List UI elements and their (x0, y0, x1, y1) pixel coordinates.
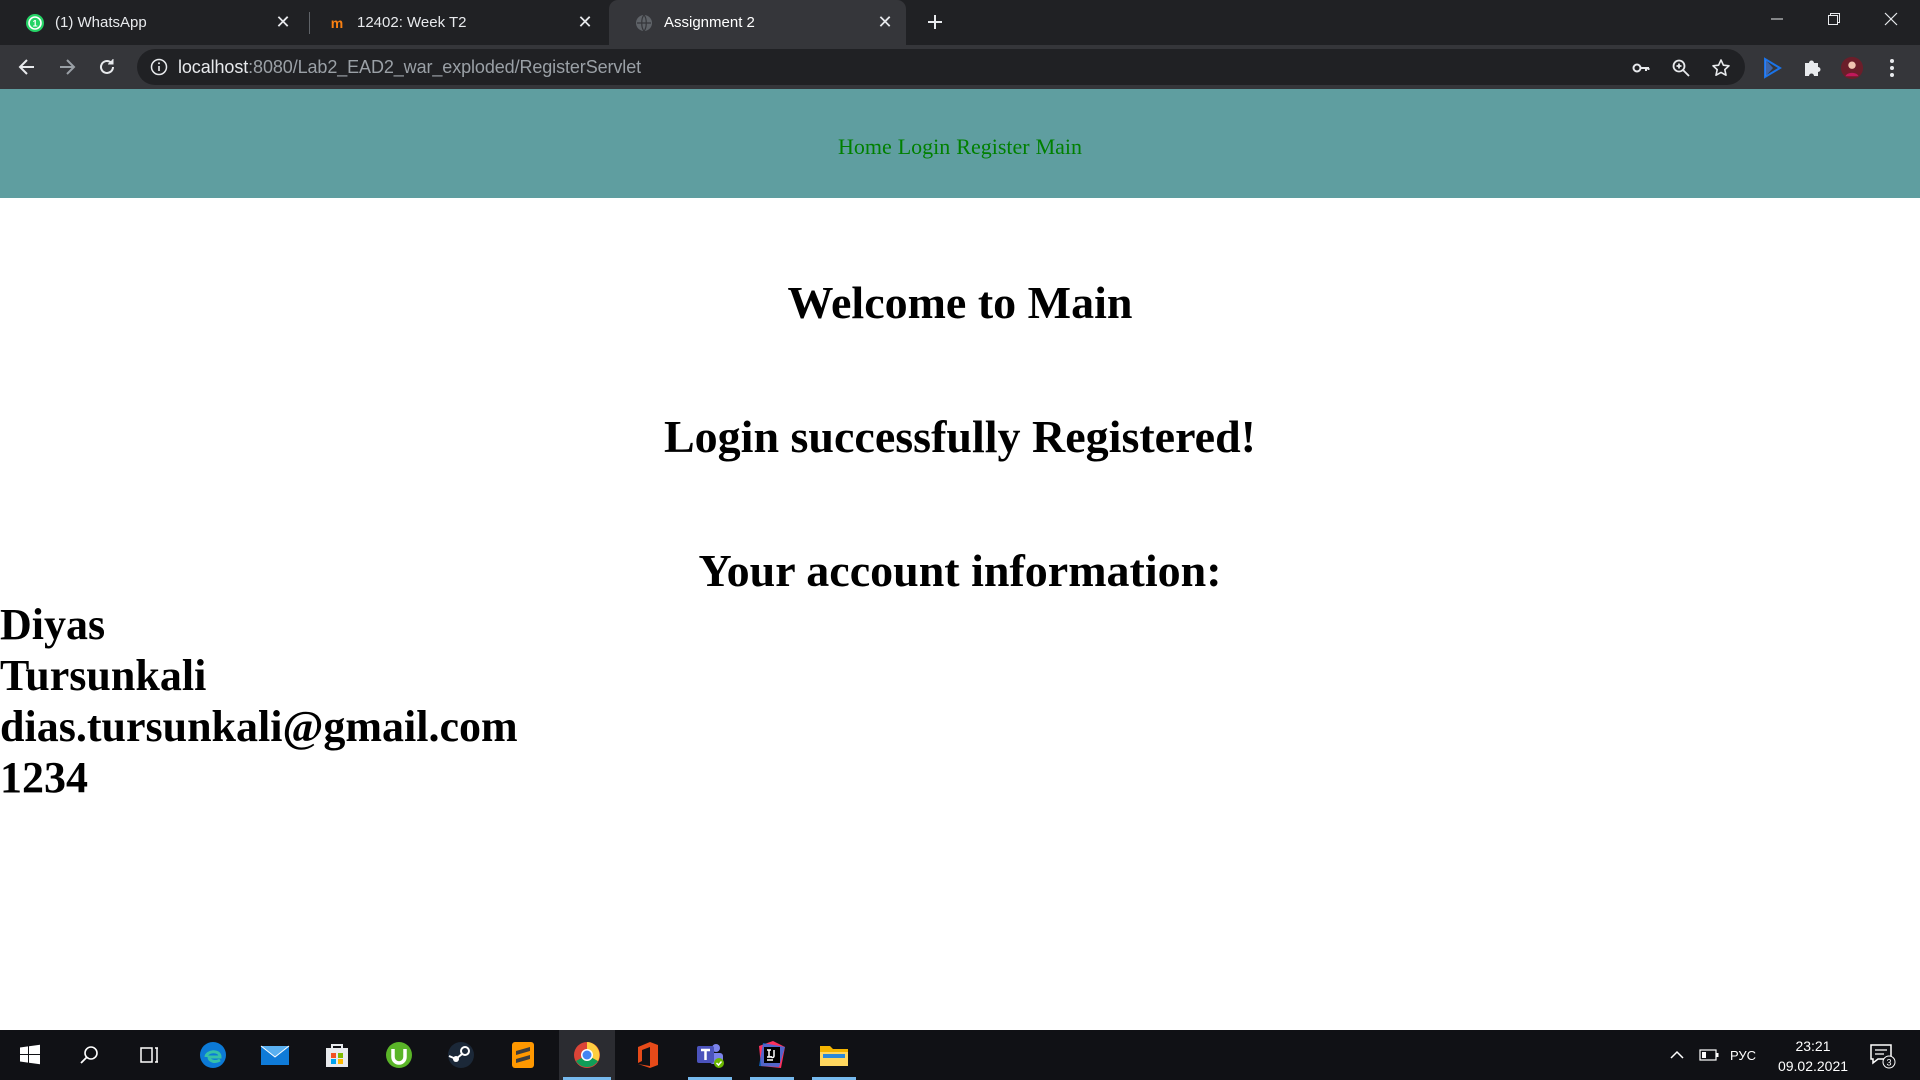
tab-assignment-2[interactable]: Assignment 2 ✕ (609, 0, 906, 45)
back-button[interactable] (12, 52, 42, 82)
office-icon (638, 1042, 658, 1068)
task-view-button[interactable] (124, 1030, 176, 1080)
tray-show-hidden-button[interactable] (1662, 1030, 1692, 1080)
search-icon (80, 1046, 98, 1064)
taskbar-utorrent[interactable] (373, 1030, 425, 1080)
arrow-right-icon (60, 59, 76, 75)
url-path: :8080/Lab2_EAD2_war_exploded/RegisterSer… (248, 56, 642, 77)
tab-strip: 1 (1) WhatsApp ✕ m 12402: Week T2 ✕ Assi… (0, 0, 1920, 45)
battery-icon (1699, 1049, 1719, 1061)
taskbar-file-explorer[interactable] (808, 1030, 860, 1080)
moodle-icon: m (331, 15, 343, 31)
extensions-puzzle-icon[interactable] (1800, 56, 1824, 80)
forward-button[interactable] (52, 52, 82, 82)
account-email: dias.tursunkali@gmail.com (0, 702, 518, 751)
info-icon[interactable] (150, 58, 168, 76)
globe-icon (636, 14, 652, 31)
success-message: Login successfully Registered! (663, 411, 1256, 462)
account-last-name: Tursunkali (0, 651, 207, 700)
tab-moodle[interactable]: m 12402: Week T2 ✕ (302, 0, 606, 45)
tab-title: (1) WhatsApp (55, 14, 147, 31)
page-content: Home Login Register Main Welcome to Main… (0, 89, 1920, 1030)
plus-icon (928, 15, 942, 29)
task-view-icon (140, 1047, 158, 1063)
start-button[interactable] (4, 1030, 56, 1080)
tab-whatsapp[interactable]: 1 (1) WhatsApp ✕ (0, 0, 304, 45)
account-password: 1234 (0, 753, 88, 802)
taskbar-teams[interactable] (684, 1030, 736, 1080)
notification-count: 3 (1886, 1058, 1891, 1068)
taskbar-office[interactable] (622, 1030, 674, 1080)
taskbar-steam[interactable] (435, 1030, 487, 1080)
tab-close-icon[interactable]: ✕ (572, 10, 598, 36)
notification-icon: 3 (1870, 1044, 1896, 1069)
mail-icon (260, 1045, 290, 1065)
tab-title: 12402: Week T2 (357, 14, 467, 31)
chevron-up-icon (1670, 1050, 1684, 1059)
whatsapp-icon: 1 (26, 13, 44, 32)
tray-language[interactable]: РУС (1730, 1030, 1756, 1080)
tab-close-icon[interactable]: ✕ (872, 10, 898, 36)
page-title: Welcome to Main (787, 277, 1133, 328)
restore-button[interactable] (1805, 0, 1863, 38)
account-info: Diyas Tursunkali dias.tursunkali@gmail.c… (0, 599, 518, 803)
zoom-icon[interactable] (1670, 57, 1692, 79)
edge-icon (200, 1042, 226, 1068)
tray-battery[interactable] (1694, 1030, 1724, 1080)
taskbar-edge[interactable] (187, 1030, 239, 1080)
restore-icon (1828, 13, 1840, 25)
reload-icon (100, 59, 114, 74)
utorrent-icon (386, 1042, 412, 1068)
steam-icon (448, 1042, 474, 1068)
taskbar-chrome[interactable] (559, 1030, 615, 1080)
store-icon (326, 1044, 348, 1067)
browser-toolbar: localhost:8080/Lab2_EAD2_war_exploded/Re… (0, 45, 1920, 89)
menu-kebab-icon[interactable] (1880, 56, 1904, 80)
profile-avatar-icon[interactable] (1840, 56, 1864, 80)
svg-text:1: 1 (32, 18, 37, 28)
account-first-name: Diyas (0, 600, 106, 649)
extension-play-icon[interactable] (1760, 56, 1784, 80)
intellij-icon (759, 1041, 785, 1068)
clock-time: 23:21 (1795, 1038, 1831, 1054)
taskbar-store[interactable] (311, 1030, 363, 1080)
close-icon (1884, 12, 1898, 26)
minimize-icon (1771, 18, 1783, 20)
chrome-icon (574, 1042, 600, 1068)
taskbar-sublime-text[interactable] (497, 1030, 549, 1080)
nav-link-register[interactable]: Register (956, 134, 1029, 160)
taskbar-mail[interactable] (249, 1030, 301, 1080)
url-text: localhost:8080/Lab2_EAD2_war_exploded/Re… (178, 57, 641, 78)
key-icon[interactable] (1630, 57, 1652, 79)
url-host: localhost (178, 56, 249, 77)
clock-date: 09.02.2021 (1777, 1058, 1849, 1074)
action-center-button[interactable]: 3 (1860, 1030, 1904, 1080)
new-tab-button[interactable] (920, 7, 950, 37)
reload-button[interactable] (92, 52, 122, 82)
account-heading: Your account information: (698, 545, 1222, 596)
start-icon (20, 1044, 40, 1065)
bookmark-star-icon[interactable] (1710, 57, 1732, 79)
tab-title: Assignment 2 (664, 14, 755, 31)
search-button[interactable] (64, 1030, 116, 1080)
taskbar-intellij[interactable] (746, 1030, 798, 1080)
nav-link-home[interactable]: Home (838, 134, 892, 160)
taskbar-clock[interactable]: 23:21 09.02.2021 (1768, 1036, 1858, 1076)
nav-link-login[interactable]: Login (898, 134, 951, 160)
close-window-button[interactable] (1862, 0, 1920, 38)
arrow-left-icon (18, 59, 34, 75)
file-explorer-icon (820, 1046, 848, 1066)
svg-text:m: m (331, 15, 343, 31)
site-navigation: Home Login Register Main (0, 89, 1920, 198)
windows-taskbar: РУС 23:21 09.02.2021 3 (0, 1030, 1920, 1080)
address-bar[interactable]: localhost:8080/Lab2_EAD2_war_exploded/Re… (137, 49, 1745, 85)
minimize-button[interactable] (1748, 0, 1806, 38)
sublime-text-icon (512, 1042, 534, 1068)
teams-icon (697, 1044, 724, 1068)
nav-link-main[interactable]: Main (1036, 134, 1082, 160)
tab-close-icon[interactable]: ✕ (270, 10, 296, 36)
